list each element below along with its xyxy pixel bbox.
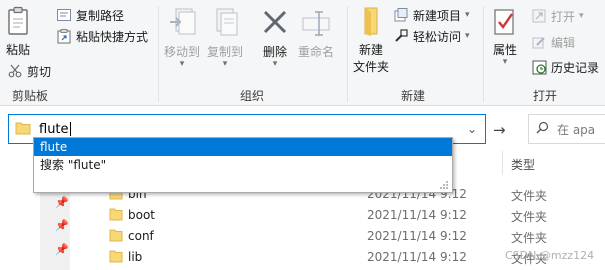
search-placeholder: 在 apa xyxy=(557,122,596,137)
move-to-button[interactable]: 移动到 ▾ xyxy=(164,6,200,69)
history-label: 历史记录 xyxy=(551,60,600,75)
divider xyxy=(347,6,348,102)
file-type: 文件夹 xyxy=(511,210,548,224)
autocomplete-item[interactable]: flute xyxy=(34,138,452,156)
copy-path-button[interactable]: 复制路径 xyxy=(56,5,124,25)
autocomplete-dropdown: flute 搜索 "flute" xyxy=(33,137,453,193)
easy-access-button[interactable]: 轻松访问 ▾ xyxy=(393,26,470,46)
organize-group-label: 组织 xyxy=(240,89,265,103)
delete-x-icon xyxy=(261,6,289,41)
file-date: 2021/11/14 9:12 xyxy=(367,229,467,243)
chevron-down-icon: ▾ xyxy=(179,59,185,69)
chevron-down-icon: ▾ xyxy=(465,10,470,20)
open-group-label: 打开 xyxy=(533,89,558,103)
chevron-down-icon: ▾ xyxy=(272,59,278,69)
list-item[interactable]: boot 2021/11/14 9:12 文件夹 xyxy=(0,205,605,226)
text-caret xyxy=(69,122,71,136)
list-item[interactable]: conf 2021/11/14 9:12 文件夹 xyxy=(0,226,605,247)
new-item-icon xyxy=(393,7,409,23)
edit-label: 编辑 xyxy=(551,35,576,50)
properties-check-icon xyxy=(493,6,517,39)
chevron-down-icon[interactable]: ⌄ xyxy=(467,122,477,136)
paste-button[interactable]: 粘贴 xyxy=(6,6,30,58)
paste-shortcut-button[interactable]: 粘贴快捷方式 xyxy=(56,26,148,46)
history-button[interactable]: 历史记录 xyxy=(531,57,599,77)
paste-shortcut-label: 粘贴快捷方式 xyxy=(76,29,149,44)
address-text: flute xyxy=(39,122,71,137)
chevron-down-icon: ▾ xyxy=(465,31,470,41)
file-type: 文件夹 xyxy=(511,189,548,203)
divider xyxy=(483,6,484,102)
file-date: 2021/11/14 9:12 xyxy=(367,250,467,264)
file-name: conf xyxy=(128,229,154,243)
rename-icon xyxy=(301,6,331,41)
new-folder-label-line2: 文件夹 xyxy=(353,60,390,74)
chevron-down-icon: ▾ xyxy=(502,57,508,67)
easy-access-label: 轻松访问 xyxy=(413,29,462,44)
easy-access-icon xyxy=(393,28,409,44)
address-value: flute xyxy=(39,121,69,137)
file-type: 文件夹 xyxy=(511,231,548,245)
copy-to-label: 复制到 xyxy=(207,45,244,59)
folder-icon xyxy=(15,121,31,138)
new-folder-button[interactable]: 新建 文件夹 xyxy=(353,6,389,75)
new-folder-icon xyxy=(359,6,383,39)
chevron-down-icon: ▾ xyxy=(579,11,584,21)
history-icon xyxy=(531,59,547,75)
move-to-label: 移动到 xyxy=(164,45,201,59)
cut-button[interactable]: 剪切 xyxy=(7,61,51,81)
copy-to-icon xyxy=(211,6,239,41)
paste-label: 粘贴 xyxy=(6,43,31,57)
open-group: 属性 ▾ 打开 ▾ 编辑 历史记录 打开 xyxy=(485,0,605,106)
scissors-icon xyxy=(7,63,23,79)
folder-icon xyxy=(109,207,123,224)
rename-label: 重命名 xyxy=(298,45,335,59)
search-icon xyxy=(536,121,549,137)
folder-icon xyxy=(109,249,123,266)
delete-label: 删除 xyxy=(262,45,287,59)
properties-label: 属性 xyxy=(493,43,518,57)
file-name: boot xyxy=(128,208,156,222)
file-date: 2021/11/14 9:12 xyxy=(367,208,467,222)
autocomplete-item[interactable]: 搜索 "flute" xyxy=(34,156,452,174)
copy-path-icon xyxy=(56,7,72,23)
clipboard-icon xyxy=(7,6,29,39)
cut-label: 剪切 xyxy=(27,64,52,79)
new-folder-label-line1: 新建 xyxy=(359,43,384,57)
copy-path-label: 复制路径 xyxy=(76,8,125,23)
organize-group: 移动到 ▾ 复制到 ▾ 删除 ▾ 重命名 组织 xyxy=(160,0,345,106)
file-name: lib xyxy=(128,250,143,264)
edit-pencil-icon xyxy=(531,34,547,50)
watermark: CSDN @mzz124 xyxy=(505,249,595,262)
ribbon: 粘贴 剪切 复制路径 粘贴快捷方式 剪贴板 移动到 ▾ 复制到 ▾ 删除 ▾ 重… xyxy=(0,0,605,106)
edit-button[interactable]: 编辑 xyxy=(531,32,575,52)
move-to-icon xyxy=(168,6,196,41)
column-header-type[interactable]: 类型 xyxy=(511,156,535,173)
divider xyxy=(158,6,159,102)
copy-to-button[interactable]: 复制到 ▾ xyxy=(207,6,243,69)
search-input[interactable]: 在 apa xyxy=(528,114,605,144)
clipboard-group: 粘贴 剪切 复制路径 粘贴快捷方式 剪贴板 xyxy=(0,0,155,106)
new-group: 新建 文件夹 新建项目 ▾ 轻松访问 ▾ 新建 xyxy=(349,0,479,106)
open-button[interactable]: 打开 ▾ xyxy=(531,6,584,26)
new-group-label: 新建 xyxy=(401,89,426,103)
paste-shortcut-icon xyxy=(56,28,72,44)
chevron-down-icon: ▾ xyxy=(222,59,228,69)
delete-button[interactable]: 删除 ▾ xyxy=(261,6,289,69)
open-icon xyxy=(531,8,547,24)
properties-button[interactable]: 属性 ▾ xyxy=(493,6,517,67)
open-label: 打开 xyxy=(551,9,576,24)
clipboard-group-label: 剪贴板 xyxy=(12,89,49,103)
folder-icon xyxy=(109,228,123,245)
go-arrow-icon[interactable]: → xyxy=(493,121,506,139)
column-divider[interactable] xyxy=(502,151,503,175)
new-item-label: 新建项目 xyxy=(413,8,462,23)
rename-button[interactable]: 重命名 xyxy=(298,6,334,60)
new-item-button[interactable]: 新建项目 ▾ xyxy=(393,5,470,25)
resize-grip-icon[interactable] xyxy=(439,179,449,189)
